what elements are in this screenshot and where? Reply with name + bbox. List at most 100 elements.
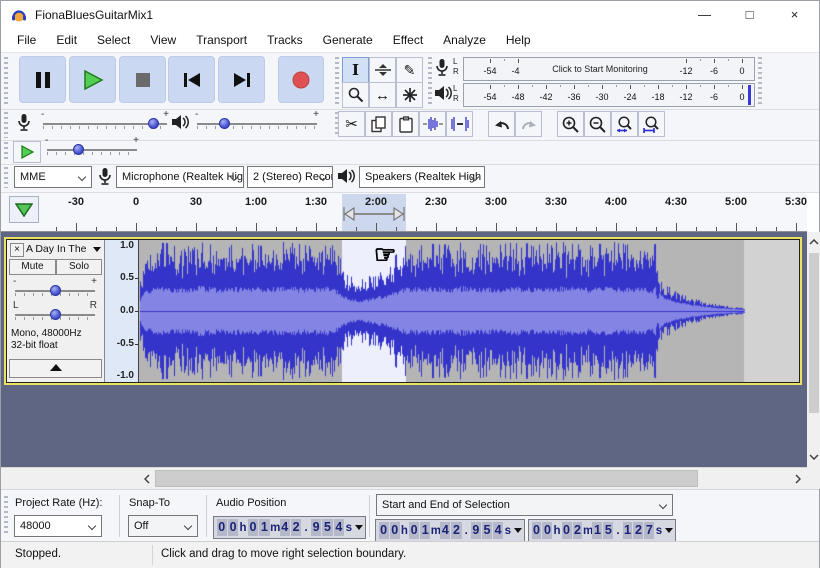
maximize-button[interactable]: □ — [727, 1, 772, 29]
chevron-down-icon[interactable] — [355, 525, 363, 530]
menu-help[interactable]: Help — [496, 29, 541, 52]
solo-button[interactable]: Solo — [56, 259, 102, 275]
time-digit[interactable]: 0 — [562, 522, 572, 539]
fit-project-button[interactable] — [638, 111, 665, 137]
time-digit[interactable]: 0 — [228, 519, 238, 536]
time-digit[interactable]: 1 — [592, 522, 602, 539]
menu-tracks[interactable]: Tracks — [257, 29, 313, 52]
time-digit[interactable]: 5 — [482, 522, 492, 539]
recording-channels-select[interactable]: 2 (Stereo) Recor — [247, 166, 333, 188]
skip-to-start-button[interactable] — [168, 56, 215, 103]
play-at-speed-button[interactable] — [13, 141, 41, 163]
timeline-ruler[interactable]: -300301:001:302:002:303:003:304:004:305:… — [1, 193, 807, 232]
time-digit[interactable]: 0 — [379, 522, 389, 539]
time-digit[interactable]: 2 — [633, 522, 643, 539]
scroll-right-button[interactable] — [789, 468, 807, 489]
time-digit[interactable]: m — [431, 525, 440, 537]
track-gain-thumb[interactable] — [50, 285, 61, 296]
zoom-tool-button[interactable] — [342, 82, 369, 108]
time-digit[interactable]: 7 — [644, 522, 654, 539]
silence-audio-button[interactable] — [446, 111, 473, 137]
scroll-left-button[interactable] — [139, 468, 155, 489]
track-name-dropdown[interactable]: A Day In The — [26, 243, 101, 257]
audio-position-field[interactable]: 00h01m42.954s — [213, 516, 366, 539]
menu-edit[interactable]: Edit — [46, 29, 87, 52]
horizontal-scroll-thumb[interactable] — [155, 470, 698, 487]
menu-select[interactable]: Select — [87, 29, 140, 52]
pinned-play-head-button[interactable] — [9, 196, 39, 223]
project-rate-select[interactable]: 48000 — [14, 515, 102, 537]
play-button[interactable] — [69, 56, 116, 103]
zoom-in-button[interactable] — [557, 111, 584, 137]
collapse-track-button[interactable] — [9, 359, 102, 378]
time-digit[interactable]: 4 — [334, 519, 344, 536]
track-control-panel[interactable]: × A Day In The Mute Solo - + L R — [7, 240, 105, 382]
chevron-down-icon[interactable] — [514, 528, 522, 533]
playback-volume-slider[interactable]: - + — [197, 113, 317, 135]
chevron-down-icon[interactable] — [665, 528, 673, 533]
time-digit[interactable]: 0 — [390, 522, 400, 539]
mixer-toolbar-grip[interactable] — [4, 112, 8, 138]
waveform-display[interactable] — [139, 240, 799, 382]
time-digit[interactable]: 4 — [493, 522, 503, 539]
trim-audio-button[interactable] — [419, 111, 446, 137]
time-digit[interactable]: 2 — [573, 522, 583, 539]
play-speed-slider[interactable]: - + — [47, 139, 137, 161]
zoom-out-button[interactable] — [584, 111, 611, 137]
time-digit[interactable]: h — [400, 525, 408, 537]
recording-volume-thumb[interactable] — [148, 118, 159, 129]
menu-generate[interactable]: Generate — [313, 29, 383, 52]
time-digit[interactable]: 1 — [623, 522, 633, 539]
audio-track[interactable]: × A Day In The Mute Solo - + L R — [4, 237, 802, 385]
time-digit[interactable]: 0 — [409, 522, 419, 539]
scroll-up-button[interactable] — [807, 235, 820, 249]
device-toolbar-grip[interactable] — [4, 167, 8, 188]
time-digit[interactable]: 1 — [420, 522, 430, 539]
time-digit[interactable]: 9 — [311, 519, 321, 536]
time-digit[interactable]: s — [345, 522, 354, 534]
playback-device-select[interactable]: Speakers (Realtek High Def — [359, 166, 485, 188]
menu-analyze[interactable]: Analyze — [433, 29, 496, 52]
selection-tool-button[interactable]: I — [342, 57, 369, 83]
vertical-scrollbar[interactable] — [807, 232, 820, 467]
selection-toolbar-grip[interactable] — [4, 496, 8, 536]
fit-selection-button[interactable] — [611, 111, 638, 137]
time-digit[interactable]: . — [614, 525, 622, 537]
time-digit[interactable]: m — [583, 525, 592, 537]
track-pan-thumb[interactable] — [50, 309, 61, 320]
time-digit[interactable]: h — [239, 522, 248, 534]
copy-button[interactable] — [365, 111, 392, 137]
time-digit[interactable]: 1 — [259, 519, 269, 536]
time-digit[interactable]: 0 — [217, 519, 227, 536]
recording-volume-slider[interactable]: - + — [43, 113, 167, 135]
menu-effect[interactable]: Effect — [383, 29, 433, 52]
multi-tool-button[interactable] — [396, 82, 423, 108]
meter-toolbar-end-grip[interactable] — [758, 57, 762, 105]
time-digit[interactable]: 2 — [291, 519, 301, 536]
time-digit[interactable]: . — [462, 525, 470, 537]
playback-volume-thumb[interactable] — [219, 118, 230, 129]
paste-button[interactable] — [392, 111, 419, 137]
menu-transport[interactable]: Transport — [186, 29, 257, 52]
time-digit[interactable]: m — [270, 522, 279, 534]
time-digit[interactable]: 0 — [248, 519, 258, 536]
vertical-scroll-thumb[interactable] — [809, 253, 819, 413]
record-button[interactable] — [278, 56, 324, 103]
pause-button[interactable] — [19, 56, 66, 103]
skip-to-end-button[interactable] — [218, 56, 265, 103]
time-digit[interactable]: h — [553, 525, 561, 537]
undo-button[interactable] — [488, 111, 515, 137]
stop-button[interactable] — [119, 56, 166, 103]
track-gain-slider[interactable]: - + — [15, 280, 95, 302]
track-close-button[interactable]: × — [10, 243, 24, 257]
track-workspace[interactable]: × A Day In The Mute Solo - + L R — [1, 232, 807, 467]
transport-toolbar-grip[interactable] — [4, 57, 8, 105]
track-pan-slider[interactable]: L R — [15, 304, 95, 326]
recording-meter[interactable]: Click to Start Monitoring -54-48-42-36-3… — [463, 57, 755, 81]
cut-button[interactable]: ✂ — [338, 111, 365, 137]
snap-to-select[interactable]: Off — [128, 515, 198, 537]
mute-button[interactable]: Mute — [9, 259, 56, 275]
time-shift-tool-button[interactable]: ↔ — [369, 82, 396, 108]
horizontal-scrollbar[interactable] — [1, 467, 807, 489]
selection-start-field[interactable]: 00h01m42.954s — [375, 519, 525, 542]
